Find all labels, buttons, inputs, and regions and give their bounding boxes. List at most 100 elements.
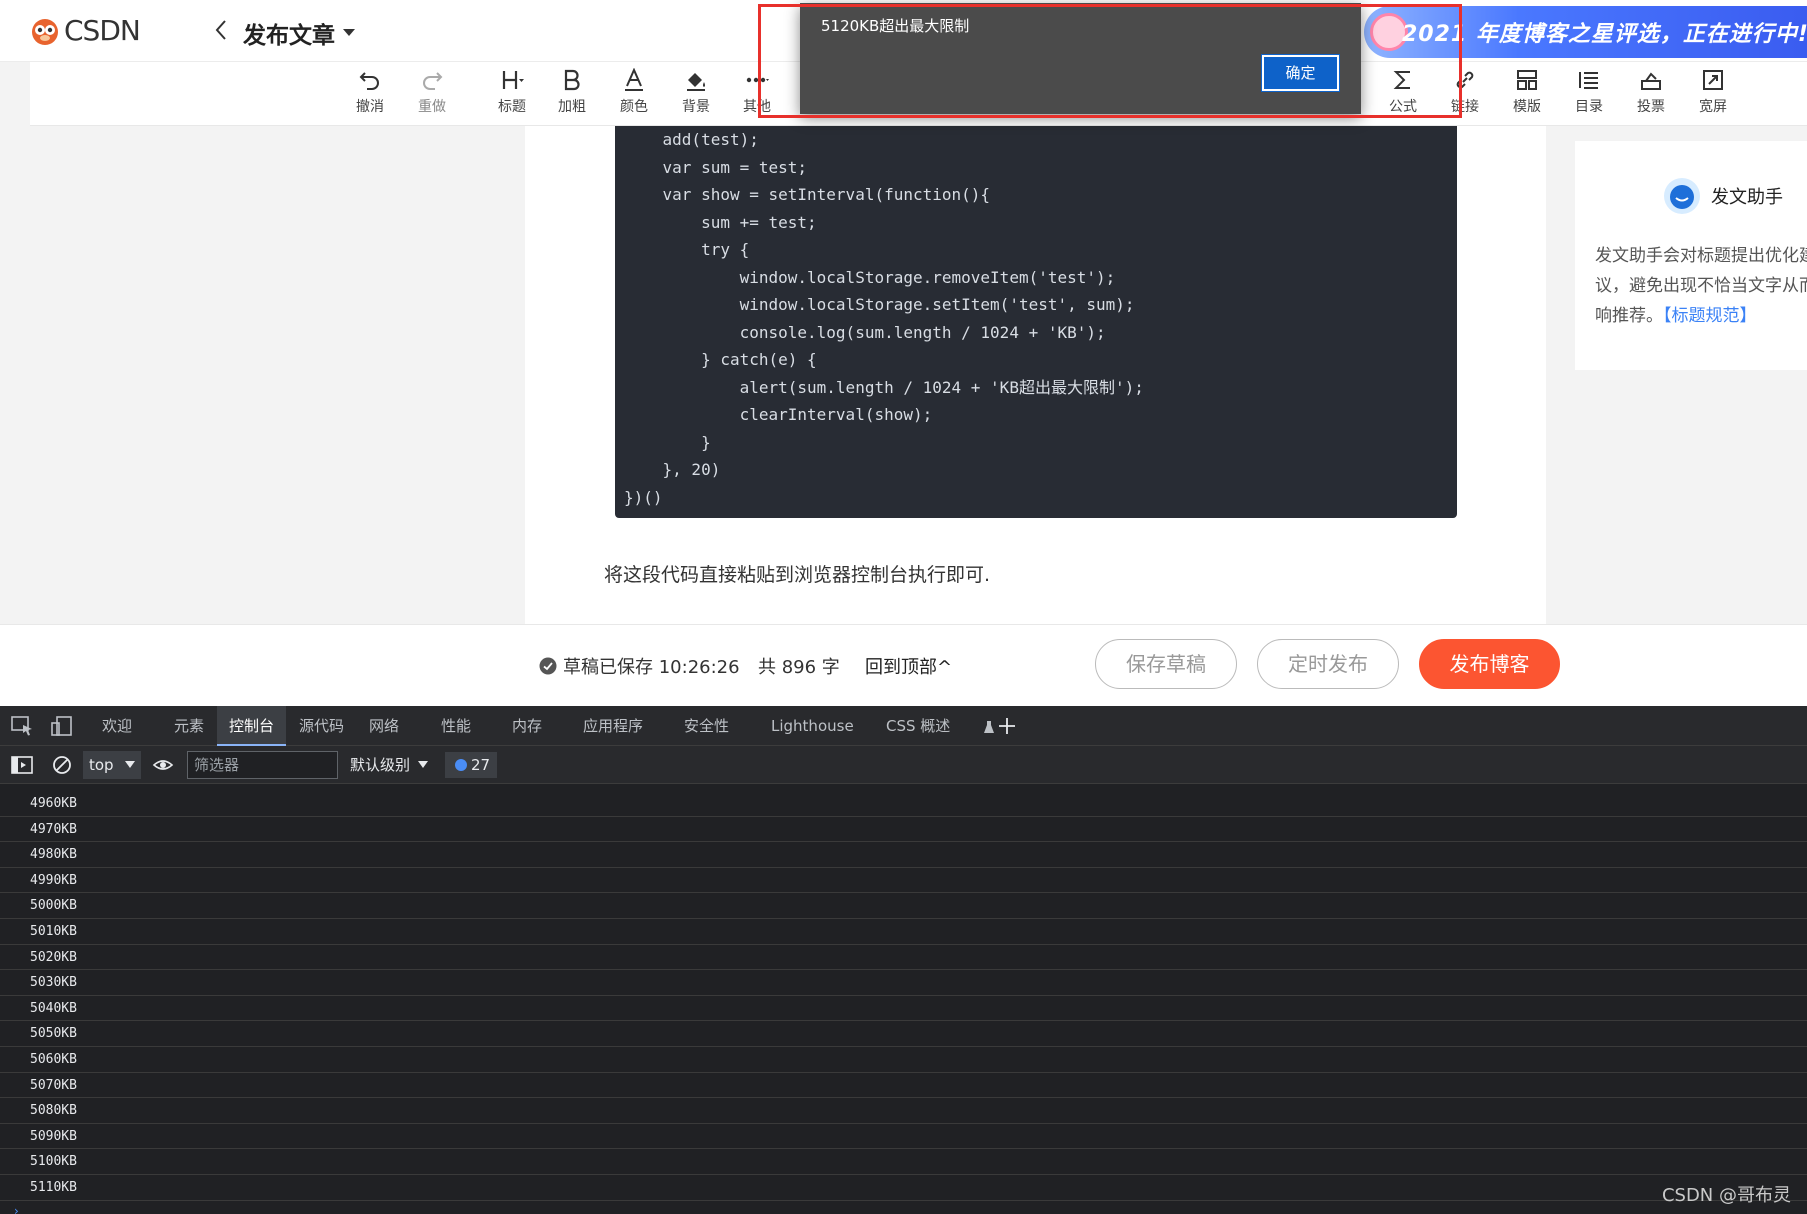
- code-text: add(test); var sum = test; var show = se…: [624, 126, 1144, 511]
- editor-paragraph[interactable]: 将这段代码直接粘贴到浏览器控制台执行即可.: [604, 560, 990, 587]
- tab-console[interactable]: 控制台: [217, 706, 287, 746]
- left-gutter: [0, 126, 525, 624]
- template-label: 模版: [1513, 99, 1541, 115]
- device-toolbar-icon[interactable]: [51, 716, 73, 736]
- alert-dialog: 5120KB超出最大限制 确定: [800, 3, 1361, 114]
- context-select[interactable]: top: [83, 751, 141, 779]
- console-filter-input[interactable]: 筛选器: [187, 751, 338, 779]
- console-prompt-icon[interactable]: ›: [14, 1204, 19, 1214]
- more-button[interactable]: 其他: [730, 68, 784, 124]
- message-count-badge[interactable]: 27: [445, 752, 497, 778]
- tab-security[interactable]: 安全性: [684, 706, 729, 746]
- link-label: 链接: [1451, 99, 1479, 115]
- console-log-line: 5110KB: [0, 1175, 1807, 1201]
- flask-icon: [984, 721, 994, 733]
- log-level-select[interactable]: 默认级别: [350, 751, 429, 779]
- code-line: add(test);: [624, 130, 759, 149]
- formula-button[interactable]: 公式: [1376, 68, 1430, 124]
- bold-button[interactable]: 加粗: [545, 68, 599, 124]
- tab-performance[interactable]: 性能: [441, 706, 471, 746]
- clear-console-icon[interactable]: [51, 755, 73, 775]
- heading-icon: [502, 71, 524, 89]
- check-circle-icon: [539, 657, 557, 675]
- sidebar-toggle-icon[interactable]: [11, 755, 33, 775]
- publish-blog-button[interactable]: 发布博客: [1419, 639, 1560, 689]
- background-button[interactable]: 背景: [669, 68, 723, 124]
- draft-saved-status: 草稿已保存 10:26:26: [539, 653, 740, 679]
- tab-lighthouse[interactable]: Lighthouse: [771, 706, 854, 746]
- console-log-line: 5070KB: [0, 1073, 1807, 1099]
- console-log-line: 5090KB: [0, 1124, 1807, 1150]
- tab-network[interactable]: 网络: [369, 706, 399, 746]
- live-expression-eye-icon[interactable]: [152, 755, 174, 775]
- toc-label: 目录: [1575, 99, 1603, 115]
- schedule-publish-button[interactable]: 定时发布: [1257, 639, 1399, 689]
- background-label: 背景: [682, 99, 710, 115]
- console-filter-bar: top 筛选器 默认级别 27: [0, 746, 1807, 784]
- publish-footer: 草稿已保存 10:26:26 共 896 字 回到顶部^ 保存草稿 定时发布 发…: [0, 624, 1807, 706]
- console-log-line: 5020KB: [0, 945, 1807, 971]
- tab-sources[interactable]: 源代码: [299, 706, 344, 746]
- code-line: })(): [624, 487, 663, 507]
- title-rules-link[interactable]: 【标题规范】: [1663, 306, 1757, 326]
- undo-label: 撤消: [356, 99, 384, 115]
- back-to-top-link[interactable]: 回到顶部^: [865, 653, 952, 679]
- heading-button[interactable]: 标题: [485, 68, 539, 124]
- console-log-line: 5050KB: [0, 1021, 1807, 1047]
- code-line: console.log(sum.length / 1024 + 'KB');: [624, 322, 1106, 342]
- vote-icon: [1641, 72, 1661, 90]
- redo-button[interactable]: 重做: [405, 68, 459, 124]
- console-log-line: 5040KB: [0, 996, 1807, 1022]
- promo-banner[interactable]: 2021 年度博客之星评选，正在进行中!: [1364, 6, 1807, 58]
- csdn-logo[interactable]: CSDN: [30, 14, 141, 47]
- tab-memory[interactable]: 内存: [512, 706, 542, 746]
- message-bubble-icon: [455, 759, 467, 771]
- save-draft-button[interactable]: 保存草稿: [1095, 639, 1237, 689]
- page-title[interactable]: 发布文章: [243, 16, 335, 50]
- code-line: window.localStorage.setItem('test', sum)…: [624, 295, 1135, 314]
- redo-icon: [423, 72, 443, 90]
- code-line: clearInterval(show);: [624, 405, 933, 424]
- bold-label: 加粗: [558, 99, 586, 115]
- link-button[interactable]: 链接: [1438, 68, 1492, 124]
- code-line: var show = setInterval(function(){: [624, 185, 991, 204]
- banner-text: 2021 年度博客之星评选，正在进行中!: [1402, 22, 1807, 47]
- chevron-down-icon[interactable]: [343, 29, 355, 37]
- undo-button[interactable]: 撤消: [343, 68, 397, 124]
- text-color-label: 颜色: [620, 99, 648, 115]
- tab-application[interactable]: 应用程序: [583, 706, 643, 746]
- alert-message: 5120KB超出最大限制: [821, 17, 970, 35]
- vote-button[interactable]: 投票: [1624, 68, 1678, 124]
- alert-ok-button[interactable]: 确定: [1261, 54, 1340, 92]
- toc-icon: [1579, 72, 1598, 89]
- tab-elements[interactable]: 元素: [174, 706, 204, 746]
- tab-welcome[interactable]: 欢迎: [102, 706, 132, 746]
- template-button[interactable]: 模版: [1500, 68, 1554, 124]
- tab-css-overview[interactable]: CSS 概述: [886, 706, 950, 746]
- heading-label: 标题: [498, 99, 526, 115]
- filter-placeholder: 筛选器: [194, 756, 240, 774]
- code-block[interactable]: add(test); var sum = test; var show = se…: [615, 126, 1457, 518]
- code-line: alert(sum.length / 1024 + 'KB超出最大限制');: [624, 377, 1144, 397]
- add-tab-icon[interactable]: [996, 716, 1018, 736]
- back-arrow-icon[interactable]: [213, 18, 229, 42]
- word-count: 共 896 字: [758, 657, 840, 678]
- vote-label: 投票: [1637, 99, 1665, 115]
- chevron-down-icon: [125, 761, 135, 768]
- context-value: top: [89, 756, 114, 774]
- console-log-line: 5000KB: [0, 893, 1807, 919]
- console-log-line: 5010KB: [0, 919, 1807, 945]
- logo-text: CSDN: [64, 14, 141, 47]
- console-log-line: 5030KB: [0, 970, 1807, 996]
- widescreen-label: 宽屏: [1699, 99, 1727, 115]
- devtools-panel: 欢迎 元素 控制台 源代码 网络 性能 内存 应用程序 安全性 Lighthou…: [0, 706, 1807, 1214]
- code-line: try {: [624, 240, 750, 259]
- widescreen-button[interactable]: 宽屏: [1686, 68, 1740, 124]
- more-dots-icon: [746, 77, 769, 83]
- inspect-element-icon[interactable]: [11, 716, 33, 736]
- text-color-button[interactable]: 颜色: [607, 68, 661, 124]
- toc-button[interactable]: 目录: [1562, 68, 1616, 124]
- assistant-avatar-icon: [1664, 178, 1700, 214]
- undo-icon: [359, 72, 379, 90]
- watermark: CSDN @哥布灵: [1661, 1185, 1791, 1206]
